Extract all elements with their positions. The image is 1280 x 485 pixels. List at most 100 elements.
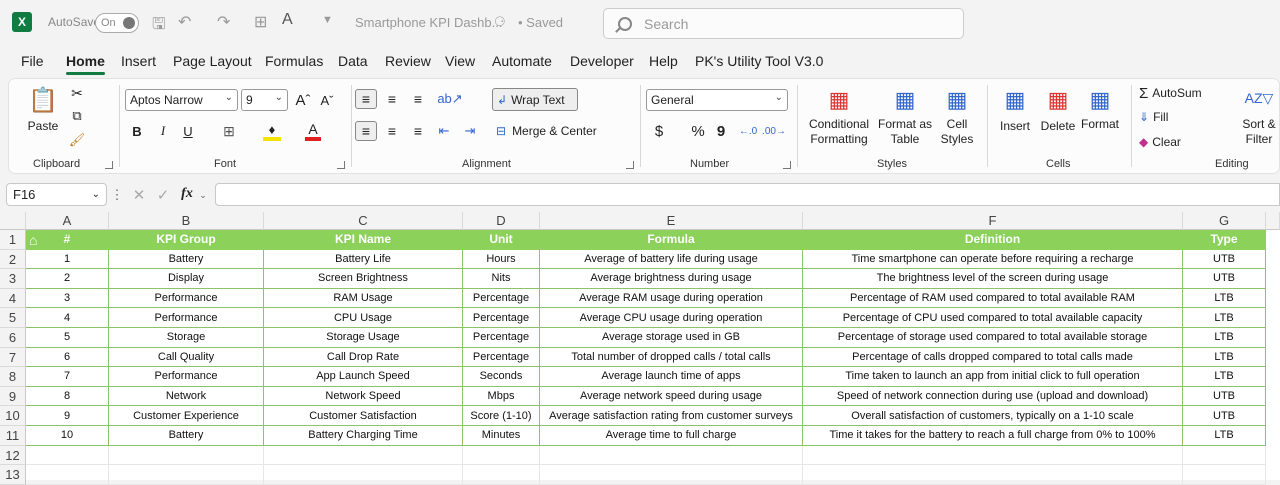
fill-button[interactable]: ⇓ Fill bbox=[1139, 107, 1204, 127]
column-header-a[interactable]: A bbox=[26, 212, 109, 230]
table-cell[interactable]: LTB bbox=[1183, 308, 1266, 328]
tab-review[interactable]: Review bbox=[385, 53, 431, 69]
tab-view[interactable]: View bbox=[445, 53, 475, 69]
table-cell[interactable]: LTB bbox=[1183, 347, 1266, 368]
table-cell[interactable]: Speed of network connection during use (… bbox=[803, 386, 1183, 407]
number-launcher-icon[interactable] bbox=[783, 161, 791, 169]
tab-page-layout[interactable]: Page Layout bbox=[173, 53, 252, 69]
align-left-icon[interactable]: ≡ bbox=[355, 121, 377, 141]
row-header-8[interactable]: 8 bbox=[0, 367, 26, 387]
table-cell[interactable]: LTB bbox=[1183, 288, 1266, 309]
table-cell[interactable]: RAM Usage bbox=[264, 288, 463, 309]
table-cell[interactable]: Screen Brightness bbox=[264, 269, 463, 289]
table-cell[interactable]: Time smartphone can operate before requi… bbox=[803, 249, 1183, 270]
column-header-b[interactable]: B bbox=[109, 212, 264, 230]
tab-formulas[interactable]: Formulas bbox=[265, 53, 323, 69]
cancel-icon[interactable]: ✕ bbox=[130, 186, 148, 204]
empty-cell[interactable] bbox=[540, 445, 803, 466]
table-cell[interactable]: Average launch time of apps bbox=[540, 367, 803, 387]
empty-cell[interactable] bbox=[1183, 465, 1266, 485]
italic-button[interactable]: I bbox=[155, 121, 171, 141]
empty-cell[interactable] bbox=[803, 465, 1183, 485]
format-cells-icon[interactable]: ▦ bbox=[1085, 87, 1115, 113]
increase-indent-icon[interactable]: ⇥ bbox=[459, 121, 481, 141]
table-cell[interactable]: Battery bbox=[109, 426, 264, 446]
table-cell[interactable]: Average satisfaction rating from custome… bbox=[540, 406, 803, 426]
middle-align-icon[interactable]: ≡ bbox=[381, 89, 403, 109]
number-format-select[interactable]: General ⌄ bbox=[646, 89, 788, 111]
enter-icon[interactable]: ✓ bbox=[154, 186, 172, 204]
cell-styles-icon[interactable]: ▦ bbox=[942, 87, 972, 113]
home-icon[interactable]: ⌂ bbox=[29, 232, 45, 248]
table-cell[interactable]: Percentage of calls dropped compared to … bbox=[803, 347, 1183, 368]
tab-data[interactable]: Data bbox=[338, 53, 368, 69]
table-cell[interactable]: The brightness level of the screen durin… bbox=[803, 269, 1183, 289]
top-align-icon[interactable]: ≡ bbox=[355, 89, 377, 109]
clipboard-launcher-icon[interactable] bbox=[105, 161, 113, 169]
table-cell[interactable]: Percentage bbox=[463, 308, 540, 328]
table-cell[interactable]: Performance bbox=[109, 367, 264, 387]
search-box[interactable]: Search bbox=[603, 8, 964, 39]
sort-filter-icon[interactable]: AZ▽ bbox=[1244, 85, 1274, 111]
bold-button[interactable]: B bbox=[129, 121, 145, 141]
row-header-5[interactable]: 5 bbox=[0, 308, 26, 328]
conditional-formatting-icon[interactable]: ▦ bbox=[824, 87, 854, 113]
table-header-cell[interactable]: Formula bbox=[540, 230, 803, 250]
column-header-d[interactable]: D bbox=[463, 212, 540, 230]
table-cell[interactable]: Average CPU usage during operation bbox=[540, 308, 803, 328]
table-cell[interactable]: Performance bbox=[109, 288, 264, 309]
font-color-icon[interactable]: A bbox=[305, 121, 321, 141]
empty-cell[interactable] bbox=[264, 445, 463, 466]
row-header-11[interactable]: 11 bbox=[0, 426, 26, 446]
table-cell[interactable]: Customer Satisfaction bbox=[264, 406, 463, 426]
table-cell[interactable]: Call Quality bbox=[109, 347, 264, 368]
table-cell[interactable]: UTB bbox=[1183, 249, 1266, 270]
comma-button[interactable]: 9 bbox=[714, 121, 728, 141]
align-right-icon[interactable]: ≡ bbox=[407, 121, 429, 141]
font-name-select[interactable]: Aptos Narrow ⌄ bbox=[125, 89, 238, 111]
save-icon[interactable]: 🖫 bbox=[152, 13, 166, 40]
row-header-7[interactable]: 7 bbox=[0, 347, 26, 368]
empty-cell[interactable] bbox=[26, 465, 109, 485]
table-header-cell[interactable]: KPI Name bbox=[264, 230, 463, 250]
fill-color-icon[interactable]: ♦ bbox=[263, 121, 281, 141]
select-all-corner[interactable] bbox=[0, 212, 26, 230]
column-header-g[interactable]: G bbox=[1183, 212, 1266, 230]
more-options-icon[interactable]: ⋮ bbox=[111, 186, 124, 204]
tab-file[interactable]: File bbox=[21, 53, 44, 69]
cell-styles-button[interactable]: Cell Styles bbox=[933, 117, 981, 147]
paste-icon[interactable]: 📋 bbox=[28, 85, 58, 115]
table-cell[interactable]: Hours bbox=[463, 249, 540, 270]
table-cell[interactable]: Minutes bbox=[463, 426, 540, 446]
empty-cell[interactable] bbox=[463, 465, 540, 485]
table-cell[interactable]: 9 bbox=[26, 406, 109, 426]
table-cell[interactable]: UTB bbox=[1183, 269, 1266, 289]
table-cell[interactable]: Average brightness during usage bbox=[540, 269, 803, 289]
table-cell[interactable]: Time taken to launch an app from initial… bbox=[803, 367, 1183, 387]
table-cell[interactable]: Battery Life bbox=[264, 249, 463, 270]
table-cell[interactable]: Time it takes for the battery to reach a… bbox=[803, 426, 1183, 446]
decrease-font-icon[interactable]: Aˇ bbox=[317, 89, 337, 111]
table-cell[interactable]: 10 bbox=[26, 426, 109, 446]
table-cell[interactable]: Mbps bbox=[463, 386, 540, 407]
table-cell[interactable]: Display bbox=[109, 269, 264, 289]
font-color-quick-icon[interactable]: A bbox=[282, 11, 293, 29]
paste-button-label[interactable]: Paste bbox=[23, 119, 63, 134]
tab-automate[interactable]: Automate bbox=[492, 53, 552, 69]
font-launcher-icon[interactable] bbox=[337, 161, 345, 169]
insert-function-button[interactable]: fx bbox=[178, 185, 196, 203]
row-header-12[interactable]: 12 bbox=[0, 445, 26, 466]
delete-cells-button[interactable]: Delete bbox=[1037, 119, 1079, 134]
empty-cell[interactable] bbox=[463, 445, 540, 466]
row-header-2[interactable]: 2 bbox=[0, 249, 26, 270]
increase-decimal-icon[interactable]: ←.0 bbox=[737, 121, 759, 141]
empty-cell[interactable] bbox=[109, 445, 264, 466]
borders-icon[interactable]: ⊞ bbox=[221, 121, 237, 141]
table-cell[interactable]: Average of battery life during usage bbox=[540, 249, 803, 270]
table-cell[interactable]: 4 bbox=[26, 308, 109, 328]
insert-cells-button[interactable]: Insert bbox=[995, 119, 1035, 134]
increase-font-icon[interactable]: Aˆ bbox=[293, 89, 313, 111]
column-header-f[interactable]: F bbox=[803, 212, 1183, 230]
merge-center-button[interactable]: ⊟ Merge & Center bbox=[492, 120, 627, 142]
row-header-4[interactable]: 4 bbox=[0, 288, 26, 309]
